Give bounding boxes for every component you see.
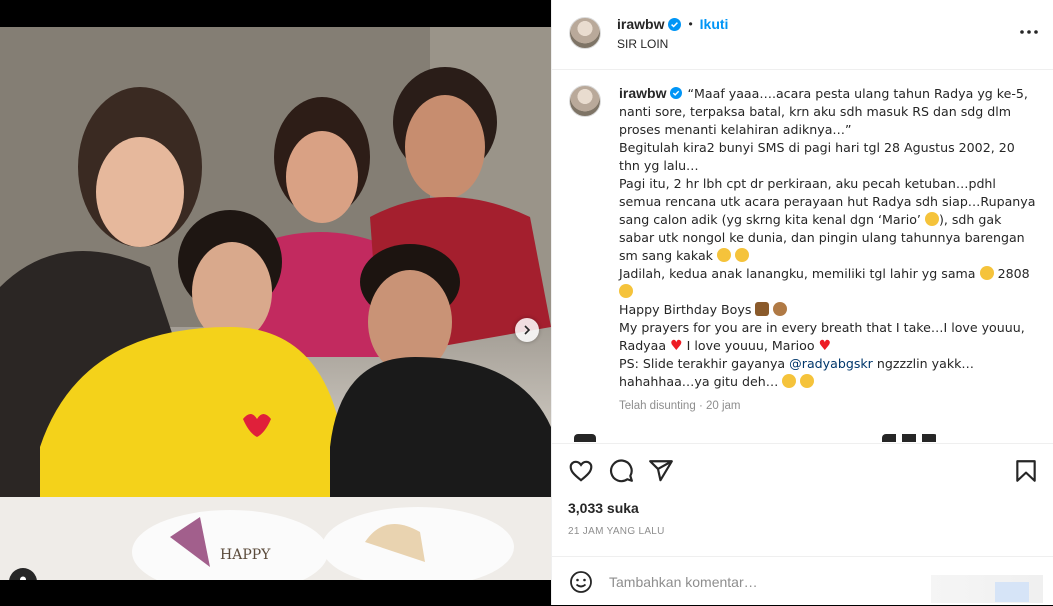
separator-dot: • — [688, 17, 693, 31]
like-button[interactable] — [568, 458, 594, 484]
separator-dot: · — [698, 400, 706, 412]
post-side-panel: irawbw • Ikuti SIR LOIN irawbw “Maaf yaa… — [551, 0, 1053, 605]
share-button[interactable] — [648, 458, 674, 484]
mention-link[interactable]: @radyabgskr — [789, 356, 873, 371]
smiley-icon — [570, 571, 592, 593]
more-options-button[interactable] — [1017, 22, 1041, 42]
comment-button[interactable] — [608, 458, 634, 484]
bookmark-icon — [1016, 460, 1036, 482]
svg-text:HAPPY: HAPPY — [220, 547, 271, 563]
caption-line: I love youuu, Marioo — [686, 338, 815, 353]
likes-count[interactable]: 3,033 suka — [568, 500, 639, 516]
header-user-row: irawbw • Ikuti — [617, 16, 728, 32]
emoji-button[interactable] — [569, 570, 593, 594]
hearts-face-emoji-icon — [619, 284, 633, 298]
edited-label: Telah disunting — [619, 400, 696, 412]
comment-input[interactable] — [607, 569, 921, 595]
avatar[interactable] — [569, 85, 601, 117]
smiling-emoji-icon — [924, 212, 939, 226]
save-button[interactable] — [1013, 458, 1039, 484]
avatar[interactable] — [569, 17, 601, 49]
caption-meta: Telah disunting · 20 jam — [619, 397, 1039, 415]
chevron-right-icon — [524, 325, 531, 335]
verified-badge-icon — [668, 17, 682, 31]
red-heart-emoji-icon: ♥ — [670, 338, 683, 354]
heart-icon — [569, 460, 593, 482]
next-slide-button[interactable] — [515, 318, 539, 342]
caption-line: Begitulah kira2 bunyi SMS di pagi hari t… — [619, 140, 1015, 173]
post-media: HAPPY — [0, 0, 551, 605]
post-header: irawbw • Ikuti SIR LOIN — [552, 0, 1053, 70]
follow-button[interactable]: Ikuti — [700, 16, 729, 32]
next-comment-avatar — [574, 434, 596, 442]
caption-username-link[interactable]: irawbw — [619, 85, 666, 101]
caption-time[interactable]: 20 jam — [706, 400, 741, 412]
sunglasses-emoji-icon — [979, 266, 994, 280]
location-link[interactable]: SIR LOIN — [617, 37, 668, 51]
family-photo: HAPPY — [0, 27, 551, 580]
next-comment-preview — [882, 434, 938, 442]
comments-area[interactable]: irawbw “Maaf yaaa….acara pesta ulang tah… — [552, 70, 1053, 442]
post-timestamp[interactable]: 21 JAM YANG LALU — [568, 526, 665, 537]
grin-emoji-icon — [716, 248, 731, 262]
add-comment-bar — [552, 556, 1053, 606]
rofl-emoji-icon — [782, 374, 797, 388]
red-heart-emoji-icon: ♥ — [818, 338, 832, 354]
paper-plane-icon — [649, 460, 673, 482]
comment-icon — [610, 459, 633, 483]
username-link[interactable]: irawbw — [617, 16, 664, 32]
user-tag-icon — [20, 576, 26, 580]
post-photo[interactable]: HAPPY — [0, 27, 551, 580]
cake-emoji-icon — [773, 302, 788, 316]
caption-line: Happy Birthday Boys — [619, 302, 752, 317]
post-comment-button[interactable] — [931, 575, 1043, 603]
post-comment-indicator — [995, 582, 1029, 602]
caption-line: PS: Slide terakhir gayanya — [619, 356, 786, 371]
verified-badge-icon — [670, 87, 683, 100]
caption-line: Jadilah, kedua anak lanangku, memiliki t… — [619, 266, 976, 281]
smiling-emoji-icon — [735, 248, 749, 262]
party-popper-emoji-icon — [755, 302, 770, 316]
caption-line: 2808 — [997, 266, 1030, 281]
more-horizontal-icon — [1020, 30, 1038, 34]
rofl-emoji-icon — [800, 374, 815, 388]
post-caption: irawbw “Maaf yaaa….acara pesta ulang tah… — [619, 84, 1039, 415]
